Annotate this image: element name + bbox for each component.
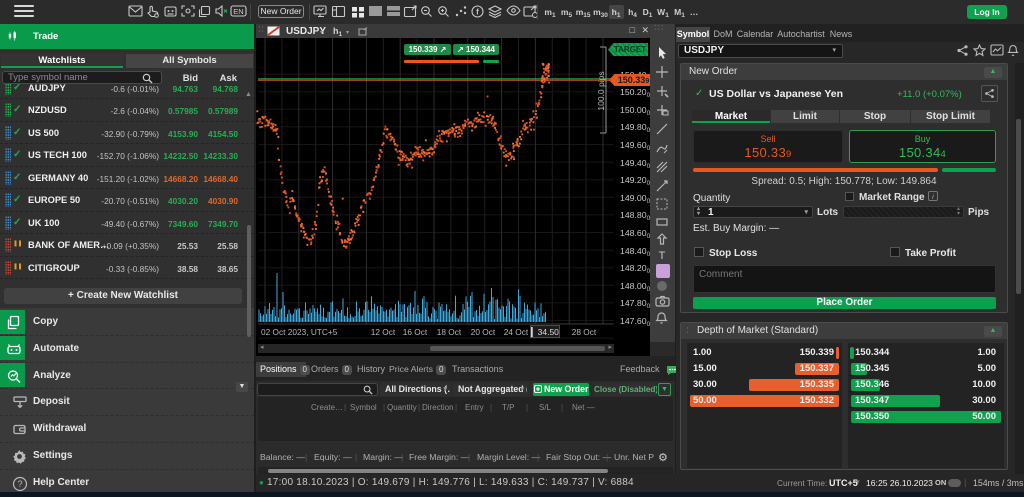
svg-text:EN: EN — [233, 7, 243, 16]
svg-text:f: f — [476, 8, 479, 17]
svg-text:T: T — [659, 250, 666, 262]
svg-text:?: ? — [17, 479, 22, 489]
